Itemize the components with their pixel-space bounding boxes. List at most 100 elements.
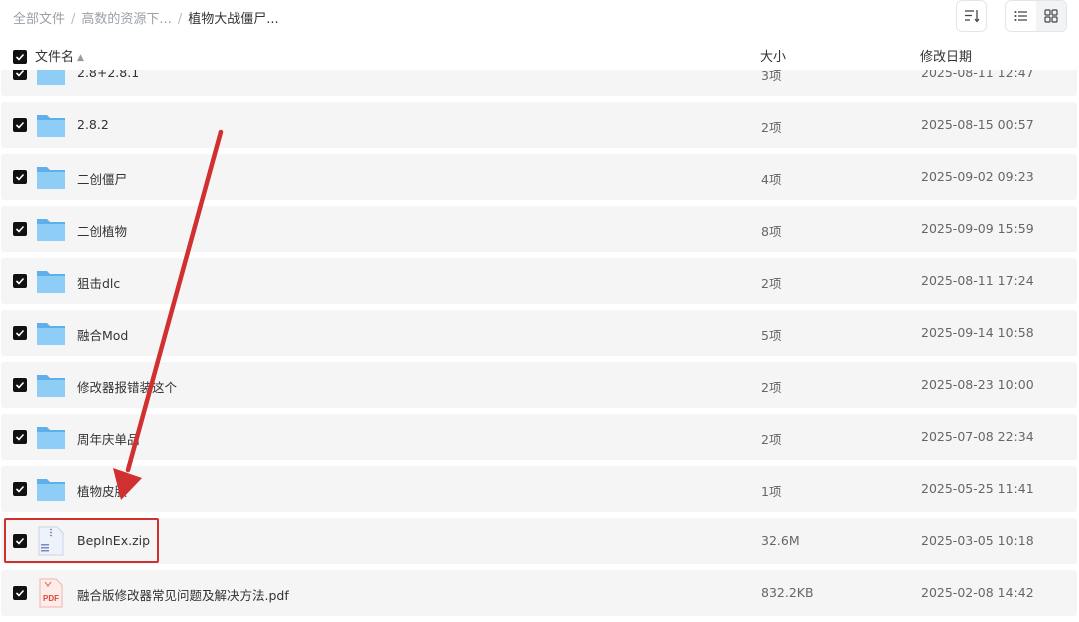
- file-row[interactable]: 植物皮肤 1项 2025-05-25 11:41: [1, 466, 1077, 512]
- checkmark-icon: [15, 589, 25, 597]
- table-header: 文件名 ▲ 大小 修改日期: [0, 42, 1079, 70]
- file-list: 2.8+2.8.1 3项 2025-08-11 12:47 2.8.2 2项 2025-0…: [0, 70, 1079, 622]
- file-name[interactable]: 二创僵尸: [77, 169, 127, 188]
- folder-icon: [37, 479, 65, 501]
- breadcrumb-item-current: 植物大战僵尸...: [188, 12, 279, 27]
- breadcrumb-item-root[interactable]: 全部文件: [13, 12, 65, 27]
- checkmark-icon: [15, 70, 25, 77]
- breadcrumb-item-parent[interactable]: 高数的资源下...: [81, 12, 171, 27]
- file-date: 2025-08-11 17:24: [921, 273, 1034, 288]
- list-view-icon: [1014, 11, 1027, 21]
- row-checkbox[interactable]: [13, 534, 27, 548]
- file-date: 2025-05-25 11:41: [921, 481, 1034, 496]
- file-name[interactable]: 融合Mod: [77, 325, 128, 344]
- select-all-checkbox[interactable]: [13, 50, 27, 64]
- file-date: 2025-03-05 10:18: [921, 533, 1034, 548]
- row-checkbox[interactable]: [13, 170, 27, 184]
- file-size: 3项: [761, 70, 782, 83]
- checkmark-icon: [15, 121, 25, 129]
- file-name[interactable]: 植物皮肤: [77, 481, 127, 500]
- folder-icon: [37, 115, 65, 137]
- file-row[interactable]: 二创僵尸 4项 2025-09-02 09:23: [1, 154, 1077, 200]
- file-size: 1项: [761, 484, 782, 499]
- file-row[interactable]: PDF 融合版修改器常见问题及解决方法.pdf 832.2KB 2025-02-08 …: [1, 570, 1077, 616]
- checkmark-icon: [15, 329, 25, 337]
- name-column-header[interactable]: 文件名 ▲: [35, 46, 84, 65]
- checkmark-icon: [15, 485, 25, 493]
- file-date: 2025-08-23 10:00: [921, 377, 1034, 392]
- pdf-badge-text: PDF: [43, 594, 59, 603]
- folder-icon: [37, 375, 65, 397]
- checkmark-icon: [15, 277, 25, 285]
- file-size: 2项: [761, 380, 782, 395]
- file-size: 8项: [761, 224, 782, 239]
- file-name[interactable]: 周年庆单品: [77, 429, 140, 448]
- row-checkbox[interactable]: [13, 70, 27, 80]
- file-row[interactable]: 狙击dlc 2项 2025-08-11 17:24: [1, 258, 1077, 304]
- file-size: 32.6M: [761, 533, 800, 548]
- row-checkbox[interactable]: [13, 430, 27, 444]
- checkmark-icon: [15, 53, 25, 61]
- file-name[interactable]: 修改器报错装这个: [77, 377, 177, 396]
- size-column-header[interactable]: 大小: [760, 46, 786, 65]
- file-name[interactable]: BepInEx.zip: [77, 533, 150, 548]
- zip-file-icon: [38, 526, 64, 556]
- breadcrumb: 全部文件 / 高数的资源下... / 植物大战僵尸...: [13, 8, 279, 27]
- file-date: 2025-09-14 10:58: [921, 325, 1034, 340]
- file-row[interactable]: 融合Mod 5项 2025-09-14 10:58: [1, 310, 1077, 356]
- file-date: 2025-02-08 14:42: [921, 585, 1034, 600]
- file-size: 2项: [761, 432, 782, 447]
- date-column-header[interactable]: 修改日期: [920, 46, 972, 65]
- checkmark-icon: [15, 433, 25, 441]
- file-row[interactable]: BepInEx.zip 32.6M 2025-03-05 10:18: [1, 518, 1077, 564]
- grid-view-icon: [1044, 9, 1058, 23]
- file-date: 2025-09-02 09:23: [921, 169, 1034, 184]
- row-checkbox[interactable]: [13, 482, 27, 496]
- file-date: 2025-07-08 22:34: [921, 429, 1034, 444]
- file-row[interactable]: 2.8+2.8.1 3项 2025-08-11 12:47: [1, 70, 1077, 96]
- row-checkbox[interactable]: [13, 586, 27, 600]
- file-date: 2025-09-09 15:59: [921, 221, 1034, 236]
- folder-icon: [37, 70, 65, 85]
- file-size: 2项: [761, 120, 782, 135]
- file-name[interactable]: 融合版修改器常见问题及解决方法.pdf: [77, 585, 289, 604]
- file-size: 2项: [761, 276, 782, 291]
- row-checkbox[interactable]: [13, 222, 27, 236]
- row-checkbox[interactable]: [13, 118, 27, 132]
- checkmark-icon: [15, 537, 25, 545]
- file-name[interactable]: 二创植物: [77, 221, 127, 240]
- file-size: 5项: [761, 328, 782, 343]
- file-date: 2025-08-11 12:47: [921, 70, 1034, 80]
- file-name[interactable]: 2.8+2.8.1: [77, 70, 139, 80]
- row-checkbox[interactable]: [13, 378, 27, 392]
- file-row[interactable]: 修改器报错装这个 2项 2025-08-23 10:00: [1, 362, 1077, 408]
- checkmark-icon: [15, 225, 25, 233]
- checkmark-icon: [15, 381, 25, 389]
- sort-lines-icon: [964, 10, 979, 23]
- folder-icon: [37, 271, 65, 293]
- file-row[interactable]: 2.8.2 2项 2025-08-15 00:57: [1, 102, 1077, 148]
- name-column-label: 文件名: [35, 50, 75, 65]
- folder-icon: [37, 427, 65, 449]
- breadcrumb-separator: /: [71, 12, 76, 27]
- grid-view-button[interactable]: [1036, 1, 1066, 31]
- list-view-button[interactable]: [1006, 1, 1036, 31]
- file-name[interactable]: 狙击dlc: [77, 273, 120, 292]
- pdf-file-icon: PDF: [39, 578, 63, 608]
- sort-button[interactable]: [956, 0, 987, 32]
- file-size: 832.2KB: [761, 585, 814, 600]
- toolbar: 全部文件 / 高数的资源下... / 植物大战僵尸...: [0, 0, 1079, 36]
- file-row[interactable]: 二创植物 8项 2025-09-09 15:59: [1, 206, 1077, 252]
- checkmark-icon: [15, 173, 25, 181]
- breadcrumb-separator: /: [177, 12, 183, 27]
- file-name[interactable]: 2.8.2: [77, 117, 109, 132]
- row-checkbox[interactable]: [13, 274, 27, 288]
- file-size: 4项: [761, 172, 782, 187]
- file-row[interactable]: 周年庆单品 2项 2025-07-08 22:34: [1, 414, 1077, 460]
- file-date: 2025-08-15 00:57: [921, 117, 1034, 132]
- sort-arrows-icon: ▲: [77, 53, 84, 63]
- folder-icon: [37, 219, 65, 241]
- row-checkbox[interactable]: [13, 326, 27, 340]
- view-toggle: [1005, 0, 1067, 32]
- folder-icon: [37, 323, 65, 345]
